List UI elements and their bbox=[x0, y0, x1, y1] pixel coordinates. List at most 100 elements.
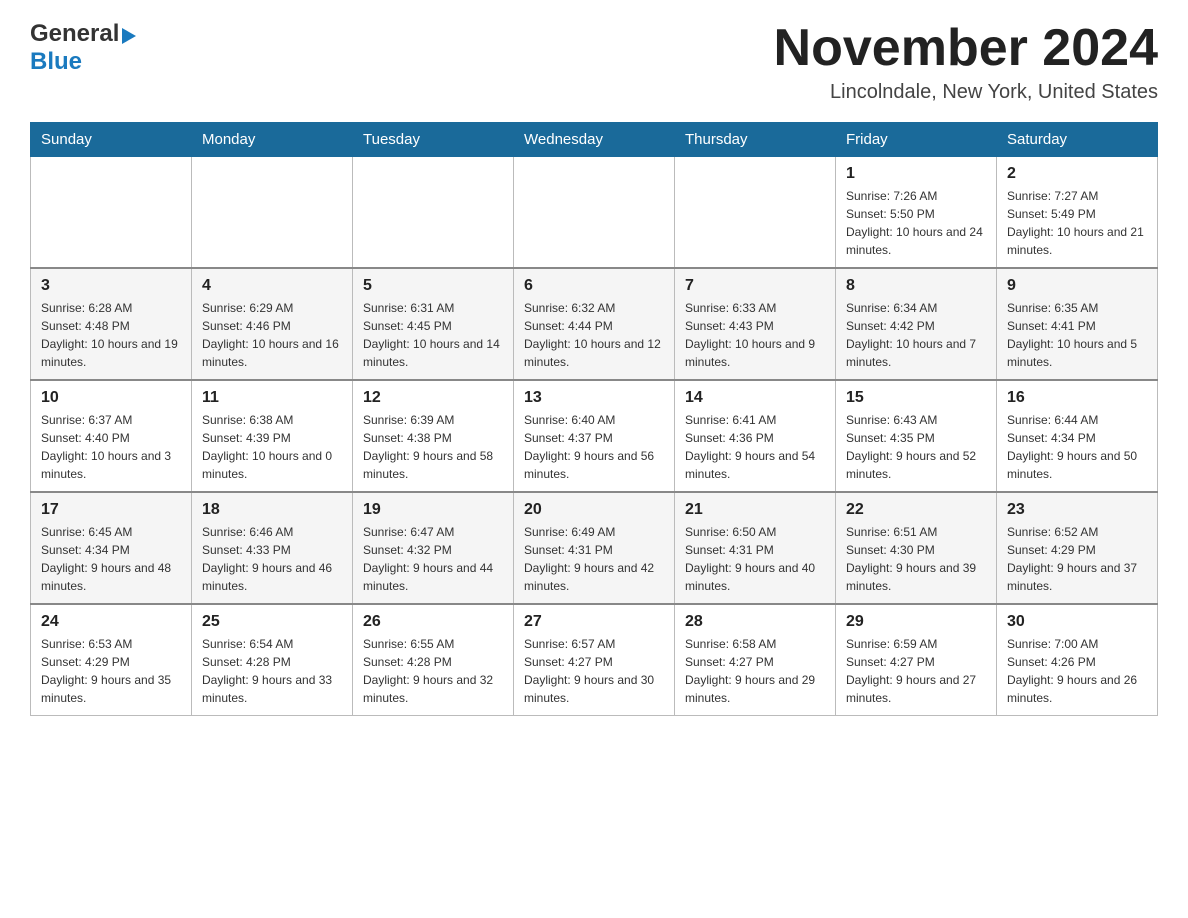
calendar-cell: 6 Sunrise: 6:32 AMSunset: 4:44 PMDaylight… bbox=[514, 268, 675, 380]
day-number: 1 bbox=[846, 165, 986, 183]
weekday-header-row: Sunday Monday Tuesday Wednesday Thursday… bbox=[31, 123, 1158, 157]
day-info: Sunrise: 6:52 AMSunset: 4:29 PMDaylight:… bbox=[1007, 523, 1147, 595]
day-info: Sunrise: 6:39 AMSunset: 4:38 PMDaylight:… bbox=[363, 411, 503, 483]
logo: General Blue bbox=[30, 20, 136, 76]
day-number: 11 bbox=[202, 389, 342, 407]
header-tuesday: Tuesday bbox=[353, 123, 514, 157]
day-number: 15 bbox=[846, 389, 986, 407]
day-number: 27 bbox=[524, 613, 664, 631]
day-info: Sunrise: 6:53 AMSunset: 4:29 PMDaylight:… bbox=[41, 635, 181, 707]
day-info: Sunrise: 6:50 AMSunset: 4:31 PMDaylight:… bbox=[685, 523, 825, 595]
day-number: 5 bbox=[363, 277, 503, 295]
header-sunday: Sunday bbox=[31, 123, 192, 157]
title-section: November 2024 Lincolndale, New York, Uni… bbox=[774, 20, 1158, 104]
day-info: Sunrise: 6:35 AMSunset: 4:41 PMDaylight:… bbox=[1007, 299, 1147, 371]
calendar-cell bbox=[675, 157, 836, 269]
day-number: 18 bbox=[202, 501, 342, 519]
day-number: 28 bbox=[685, 613, 825, 631]
day-info: Sunrise: 6:57 AMSunset: 4:27 PMDaylight:… bbox=[524, 635, 664, 707]
day-number: 16 bbox=[1007, 389, 1147, 407]
calendar-cell: 7Sunrise: 6:33 AMSunset: 4:43 PMDaylight… bbox=[675, 268, 836, 380]
calendar-cell: 26Sunrise: 6:55 AMSunset: 4:28 PMDayligh… bbox=[353, 604, 514, 716]
calendar-cell: 15 Sunrise: 6:43 AMSunset: 4:35 PMDayligh… bbox=[836, 380, 997, 492]
day-info: Sunrise: 6:59 AMSunset: 4:27 PMDaylight:… bbox=[846, 635, 986, 707]
calendar-cell: 21 Sunrise: 6:50 AMSunset: 4:31 PMDayligh… bbox=[675, 492, 836, 604]
calendar-cell: 16 Sunrise: 6:44 AMSunset: 4:34 PMDayligh… bbox=[997, 380, 1158, 492]
calendar-cell: 28 Sunrise: 6:58 AMSunset: 4:27 PMDayligh… bbox=[675, 604, 836, 716]
day-info: Sunrise: 6:45 AMSunset: 4:34 PMDaylight:… bbox=[41, 523, 181, 595]
day-info: Sunrise: 6:32 AMSunset: 4:44 PMDaylight:… bbox=[524, 299, 664, 371]
location-title: Lincolndale, New York, United States bbox=[774, 81, 1158, 104]
month-title: November 2024 bbox=[774, 20, 1158, 77]
calendar-cell: 30Sunrise: 7:00 AMSunset: 4:26 PMDayligh… bbox=[997, 604, 1158, 716]
calendar-cell bbox=[192, 157, 353, 269]
calendar-week-1: 1Sunrise: 7:26 AMSunset: 5:50 PMDaylight… bbox=[31, 157, 1158, 269]
day-info: Sunrise: 6:41 AMSunset: 4:36 PMDaylight:… bbox=[685, 411, 825, 483]
calendar-cell: 9 Sunrise: 6:35 AMSunset: 4:41 PMDaylight… bbox=[997, 268, 1158, 380]
calendar-cell: 19Sunrise: 6:47 AMSunset: 4:32 PMDayligh… bbox=[353, 492, 514, 604]
day-number: 29 bbox=[846, 613, 986, 631]
day-info: Sunrise: 6:51 AMSunset: 4:30 PMDaylight:… bbox=[846, 523, 986, 595]
day-number: 9 bbox=[1007, 277, 1147, 295]
day-number: 20 bbox=[524, 501, 664, 519]
calendar-cell bbox=[514, 157, 675, 269]
day-number: 2 bbox=[1007, 165, 1147, 183]
day-number: 17 bbox=[41, 501, 181, 519]
day-number: 26 bbox=[363, 613, 503, 631]
day-number: 4 bbox=[202, 277, 342, 295]
calendar-cell: 27 Sunrise: 6:57 AMSunset: 4:27 PMDayligh… bbox=[514, 604, 675, 716]
day-number: 30 bbox=[1007, 613, 1147, 631]
day-number: 22 bbox=[846, 501, 986, 519]
calendar-cell: 1Sunrise: 7:26 AMSunset: 5:50 PMDaylight… bbox=[836, 157, 997, 269]
calendar-cell bbox=[31, 157, 192, 269]
day-number: 10 bbox=[41, 389, 181, 407]
calendar-cell: 22 Sunrise: 6:51 AMSunset: 4:30 PMDayligh… bbox=[836, 492, 997, 604]
day-info: Sunrise: 6:54 AMSunset: 4:28 PMDaylight:… bbox=[202, 635, 342, 707]
calendar-cell: 14 Sunrise: 6:41 AMSunset: 4:36 PMDayligh… bbox=[675, 380, 836, 492]
day-number: 25 bbox=[202, 613, 342, 631]
calendar-cell: 10Sunrise: 6:37 AMSunset: 4:40 PMDayligh… bbox=[31, 380, 192, 492]
day-info: Sunrise: 6:28 AMSunset: 4:48 PMDaylight:… bbox=[41, 299, 181, 371]
day-number: 6 bbox=[524, 277, 664, 295]
calendar-cell: 13 Sunrise: 6:40 AMSunset: 4:37 PMDayligh… bbox=[514, 380, 675, 492]
day-number: 14 bbox=[685, 389, 825, 407]
calendar-cell: 25 Sunrise: 6:54 AMSunset: 4:28 PMDayligh… bbox=[192, 604, 353, 716]
day-info: Sunrise: 6:58 AMSunset: 4:27 PMDaylight:… bbox=[685, 635, 825, 707]
logo-blue-text: Blue bbox=[30, 48, 82, 75]
day-info: Sunrise: 6:38 AMSunset: 4:39 PMDaylight:… bbox=[202, 411, 342, 483]
header-saturday: Saturday bbox=[997, 123, 1158, 157]
logo-arrow-icon bbox=[122, 28, 136, 44]
calendar-cell: 8 Sunrise: 6:34 AMSunset: 4:42 PMDaylight… bbox=[836, 268, 997, 380]
day-number: 13 bbox=[524, 389, 664, 407]
day-number: 8 bbox=[846, 277, 986, 295]
calendar-cell: 17 Sunrise: 6:45 AMSunset: 4:34 PMDayligh… bbox=[31, 492, 192, 604]
day-number: 24 bbox=[41, 613, 181, 631]
day-number: 21 bbox=[685, 501, 825, 519]
calendar-week-2: 3Sunrise: 6:28 AMSunset: 4:48 PMDaylight… bbox=[31, 268, 1158, 380]
day-info: Sunrise: 7:27 AMSunset: 5:49 PMDaylight:… bbox=[1007, 187, 1147, 259]
calendar-cell: 3Sunrise: 6:28 AMSunset: 4:48 PMDaylight… bbox=[31, 268, 192, 380]
header-thursday: Thursday bbox=[675, 123, 836, 157]
calendar-cell: 18 Sunrise: 6:46 AMSunset: 4:33 PMDayligh… bbox=[192, 492, 353, 604]
logo-general-text: General bbox=[30, 20, 119, 48]
day-info: Sunrise: 6:47 AMSunset: 4:32 PMDaylight:… bbox=[363, 523, 503, 595]
calendar-cell: 12 Sunrise: 6:39 AMSunset: 4:38 PMDayligh… bbox=[353, 380, 514, 492]
calendar-cell: 4 Sunrise: 6:29 AMSunset: 4:46 PMDaylight… bbox=[192, 268, 353, 380]
calendar-cell: 11 Sunrise: 6:38 AMSunset: 4:39 PMDayligh… bbox=[192, 380, 353, 492]
calendar-cell: 29 Sunrise: 6:59 AMSunset: 4:27 PMDayligh… bbox=[836, 604, 997, 716]
day-info: Sunrise: 6:43 AMSunset: 4:35 PMDaylight:… bbox=[846, 411, 986, 483]
day-info: Sunrise: 6:46 AMSunset: 4:33 PMDaylight:… bbox=[202, 523, 342, 595]
day-info: Sunrise: 6:44 AMSunset: 4:34 PMDaylight:… bbox=[1007, 411, 1147, 483]
day-info: Sunrise: 6:29 AMSunset: 4:46 PMDaylight:… bbox=[202, 299, 342, 371]
day-number: 12 bbox=[363, 389, 503, 407]
header-wednesday: Wednesday bbox=[514, 123, 675, 157]
day-info: Sunrise: 6:40 AMSunset: 4:37 PMDaylight:… bbox=[524, 411, 664, 483]
header-monday: Monday bbox=[192, 123, 353, 157]
day-number: 23 bbox=[1007, 501, 1147, 519]
day-info: Sunrise: 6:34 AMSunset: 4:42 PMDaylight:… bbox=[846, 299, 986, 371]
page-header: General Blue November 2024 Lincolndale, … bbox=[30, 20, 1158, 104]
calendar-cell: 23 Sunrise: 6:52 AMSunset: 4:29 PMDayligh… bbox=[997, 492, 1158, 604]
day-info: Sunrise: 6:33 AMSunset: 4:43 PMDaylight:… bbox=[685, 299, 825, 371]
header-friday: Friday bbox=[836, 123, 997, 157]
calendar-week-4: 17 Sunrise: 6:45 AMSunset: 4:34 PMDayligh… bbox=[31, 492, 1158, 604]
